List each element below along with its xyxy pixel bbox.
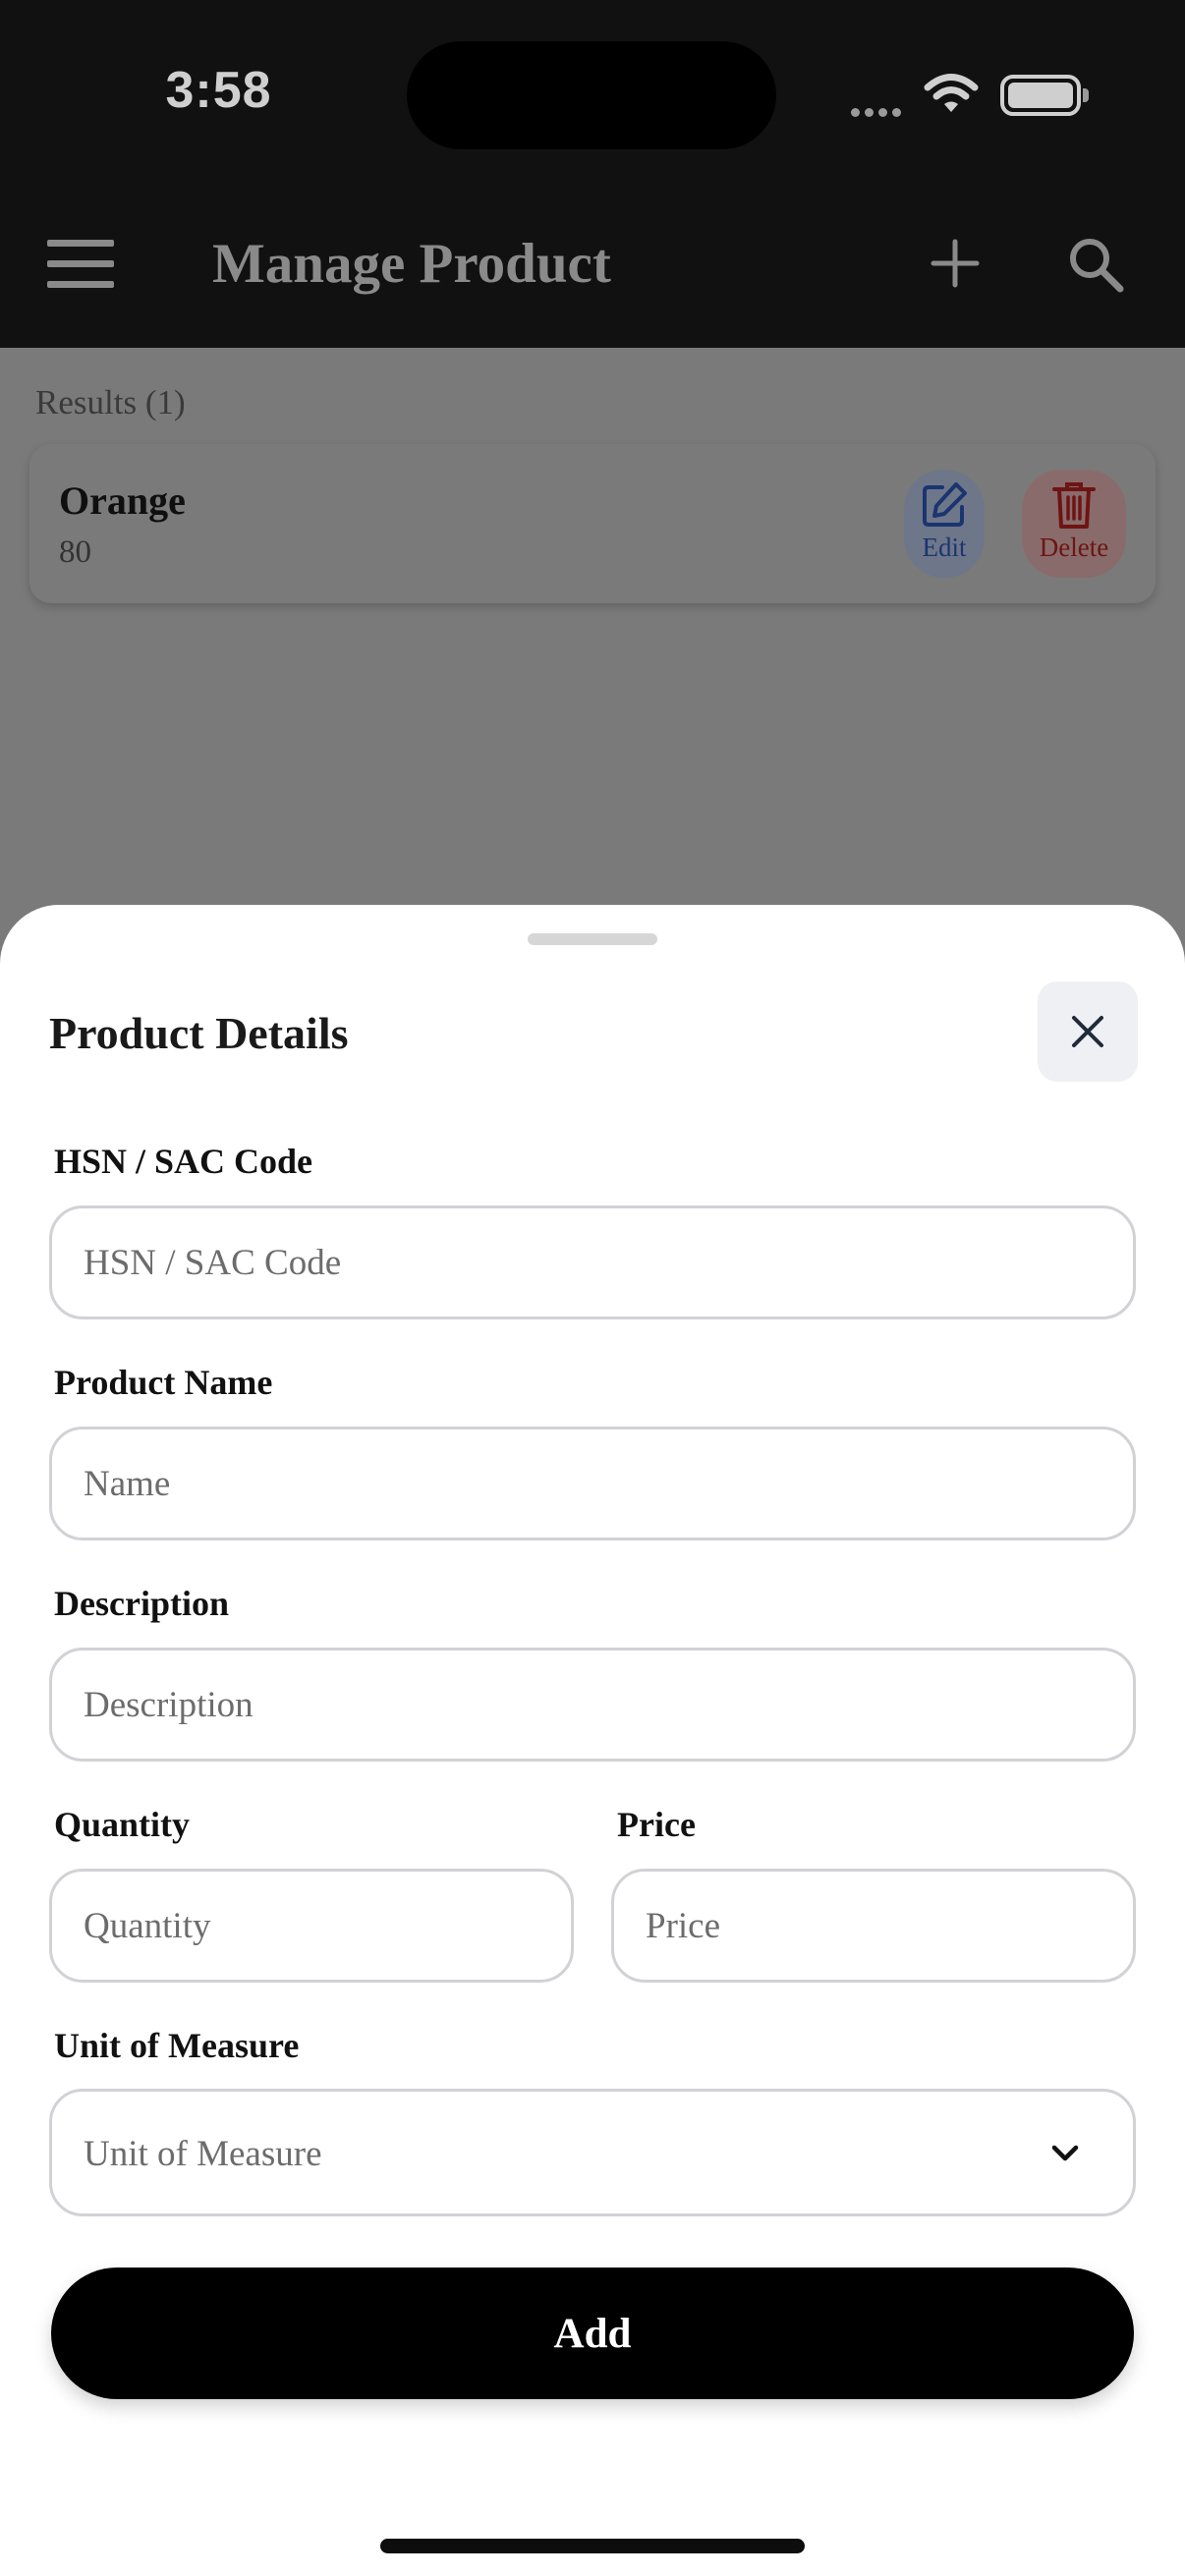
quantity-label: Quantity (54, 1805, 191, 1844)
description-label: Description (54, 1584, 229, 1623)
product-name-label: Product Name (54, 1363, 273, 1402)
product-name: Orange (59, 478, 186, 523)
hsn-input[interactable] (49, 1205, 1136, 1319)
delete-button[interactable]: Delete (1022, 470, 1126, 578)
chevron-down-icon (1051, 2145, 1079, 2161)
description-input[interactable] (49, 1648, 1136, 1762)
close-button[interactable] (1038, 981, 1138, 1082)
trash-icon (1052, 482, 1096, 529)
product-details-sheet: Product Details HSN / SAC Code Product N… (0, 905, 1185, 2576)
unit-label: Unit of Measure (54, 2026, 300, 2065)
sheet-title: Product Details (49, 1008, 349, 1058)
app-header: 3:58 Manage Product (0, 0, 1185, 348)
page-title: Manage Product (212, 233, 611, 295)
edit-icon (923, 482, 967, 527)
plus-icon[interactable] (928, 236, 983, 291)
quantity-input[interactable] (49, 1869, 574, 1983)
price-label: Price (617, 1805, 696, 1844)
list-item[interactable]: Orange 80 Edit Delete (29, 444, 1156, 603)
price-input[interactable] (611, 1869, 1136, 1983)
hsn-label: HSN / SAC Code (54, 1142, 313, 1181)
edit-button[interactable]: Edit (904, 470, 985, 578)
product-value: 80 (59, 534, 91, 570)
edit-label: Edit (922, 532, 967, 562)
dynamic-island (407, 41, 776, 149)
cellular-signal-icon (851, 104, 906, 122)
status-time: 3:58 (165, 62, 272, 119)
add-button[interactable]: Add (51, 2268, 1134, 2399)
close-icon (1072, 1016, 1103, 1047)
sheet-grabber[interactable] (528, 933, 657, 945)
menu-icon[interactable] (47, 240, 114, 289)
delete-label: Delete (1039, 532, 1109, 562)
product-name-input[interactable] (49, 1427, 1136, 1540)
battery-icon (1000, 75, 1089, 116)
unit-of-measure-select[interactable]: Unit of Measure (49, 2089, 1136, 2216)
search-icon[interactable] (1067, 236, 1124, 293)
wifi-icon (924, 74, 979, 112)
unit-selected-value: Unit of Measure (84, 2134, 322, 2174)
home-indicator (380, 2539, 805, 2553)
results-count: Results (1) (35, 383, 186, 421)
